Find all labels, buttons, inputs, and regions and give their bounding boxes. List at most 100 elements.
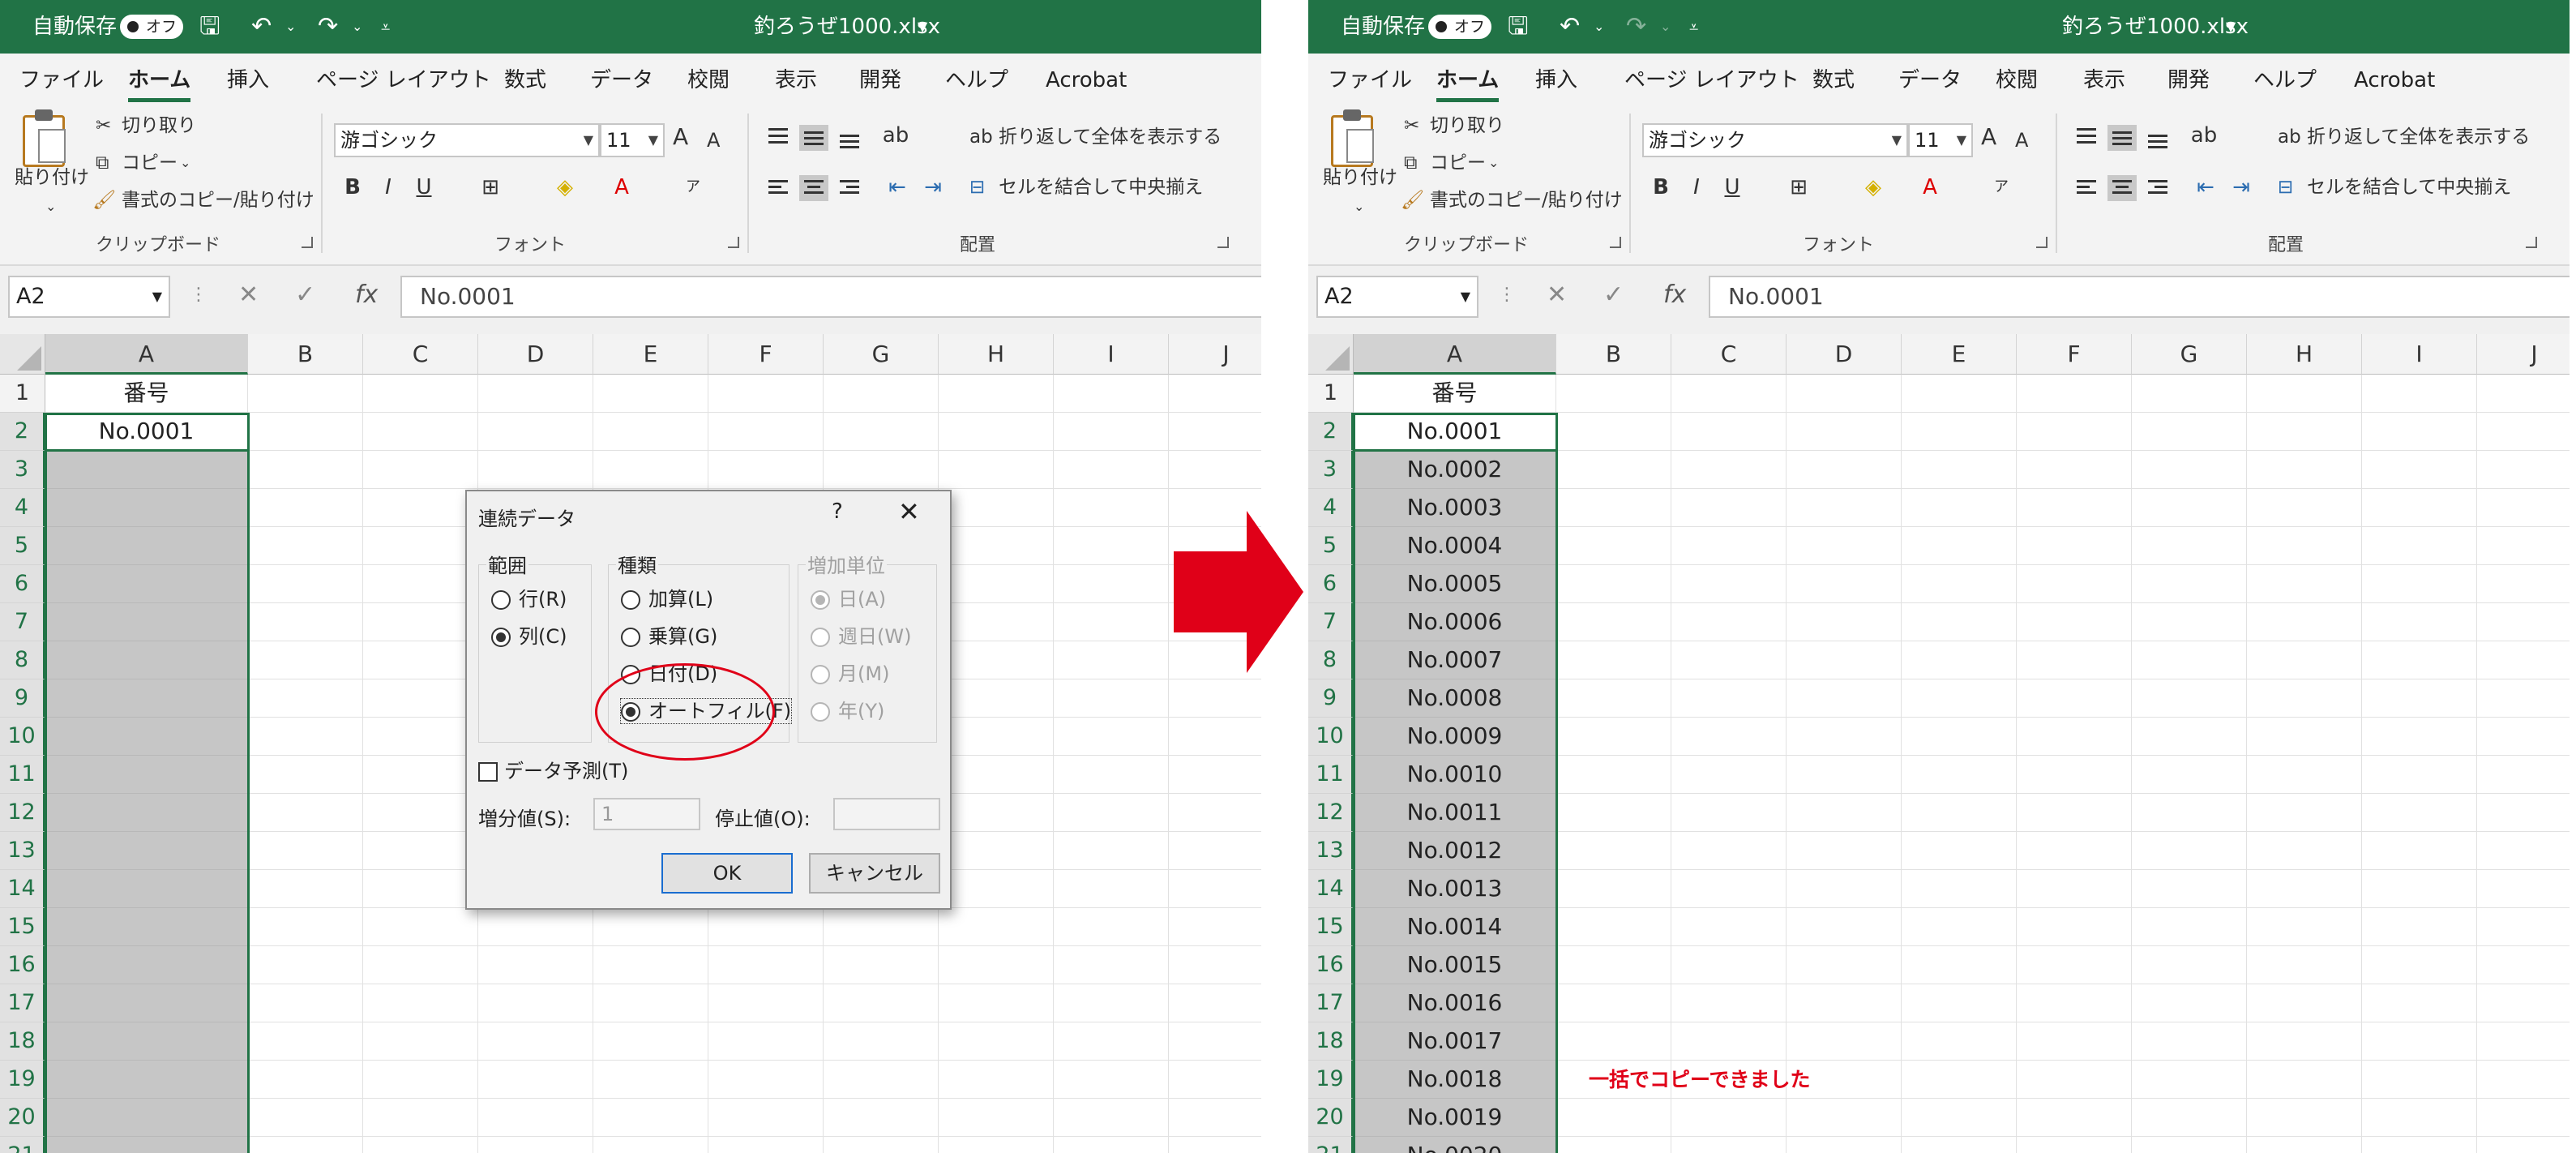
- cell[interactable]: [1169, 984, 1261, 1022]
- cell[interactable]: [1556, 1137, 1671, 1153]
- paste-button-label[interactable]: 貼り付け: [1323, 165, 1397, 190]
- wrap-text-icon[interactable]: ab: [969, 125, 993, 149]
- cell[interactable]: [824, 1137, 939, 1153]
- cell[interactable]: [478, 908, 593, 946]
- cancel-entry-icon[interactable]: ✕: [1547, 276, 1567, 315]
- cell[interactable]: [593, 1022, 708, 1061]
- cell[interactable]: [1671, 1022, 1787, 1061]
- column-header[interactable]: H: [939, 334, 1054, 375]
- cell[interactable]: [1902, 794, 2017, 832]
- cell[interactable]: [363, 832, 478, 870]
- cell[interactable]: [1671, 908, 1787, 946]
- column-header[interactable]: D: [1787, 334, 1902, 375]
- cell[interactable]: [824, 946, 939, 984]
- shrink-font-icon[interactable]: A: [2015, 128, 2028, 152]
- tab-developer[interactable]: 開発: [859, 66, 901, 94]
- cell[interactable]: [45, 641, 248, 679]
- fill-color-icon[interactable]: ◈: [1859, 174, 1887, 201]
- row-header[interactable]: 4: [0, 489, 45, 527]
- cell[interactable]: [2477, 946, 2570, 984]
- cell[interactable]: [2132, 527, 2247, 565]
- font-launcher-icon[interactable]: [2036, 237, 2048, 248]
- cell[interactable]: [478, 1137, 593, 1153]
- cell[interactable]: [248, 1061, 363, 1099]
- row-header[interactable]: 16: [0, 946, 45, 984]
- stop-input[interactable]: [833, 798, 940, 830]
- merge-center-icon[interactable]: ⊟: [969, 175, 985, 199]
- cell[interactable]: [708, 375, 824, 413]
- column-header[interactable]: G: [2132, 334, 2247, 375]
- column-header[interactable]: C: [1671, 334, 1787, 375]
- cell[interactable]: [939, 1099, 1054, 1137]
- cell[interactable]: [2132, 984, 2247, 1022]
- cell[interactable]: [1787, 413, 1902, 451]
- row-header[interactable]: 20: [1308, 1099, 1354, 1137]
- cell[interactable]: [2132, 451, 2247, 489]
- cell[interactable]: [939, 451, 1054, 489]
- row-header[interactable]: 17: [1308, 984, 1354, 1022]
- cell[interactable]: [2132, 870, 2247, 908]
- cell[interactable]: [1556, 489, 1671, 527]
- decrease-indent-icon[interactable]: ⇤: [884, 174, 911, 201]
- cell[interactable]: [248, 718, 363, 756]
- cell[interactable]: [1169, 832, 1261, 870]
- row-header[interactable]: 5: [1308, 527, 1354, 565]
- unit-weekday-radio[interactable]: 週日(W): [811, 624, 911, 649]
- cell[interactable]: [1902, 679, 2017, 718]
- cell[interactable]: [1556, 946, 1671, 984]
- cell[interactable]: No.0013: [1354, 870, 1556, 908]
- cell[interactable]: [2247, 489, 2362, 527]
- cell[interactable]: [1671, 565, 1787, 603]
- cell[interactable]: [45, 603, 248, 641]
- cell[interactable]: [2362, 679, 2477, 718]
- cell[interactable]: [45, 1137, 248, 1153]
- cell[interactable]: [2017, 1022, 2132, 1061]
- cell[interactable]: [45, 946, 248, 984]
- select-all-corner[interactable]: [0, 334, 45, 375]
- cell[interactable]: [45, 451, 248, 489]
- cell[interactable]: [593, 413, 708, 451]
- cell[interactable]: No.0015: [1354, 946, 1556, 984]
- type-growth-radio[interactable]: 乗算(G): [621, 624, 717, 649]
- cancel-entry-icon[interactable]: ✕: [238, 276, 259, 315]
- tab-view[interactable]: 表示: [2083, 66, 2125, 94]
- paste-dropdown-icon[interactable]: ⌄: [1354, 195, 1364, 219]
- row-header[interactable]: 4: [1308, 489, 1354, 527]
- align-top-icon[interactable]: [2072, 125, 2101, 151]
- cell[interactable]: [45, 679, 248, 718]
- cell[interactable]: [1787, 641, 1902, 679]
- font-size-box[interactable]: 11 ▼: [600, 123, 665, 157]
- cell[interactable]: [2477, 489, 2570, 527]
- row-header[interactable]: 16: [1308, 946, 1354, 984]
- cell[interactable]: [2477, 375, 2570, 413]
- cell[interactable]: No.0018: [1354, 1061, 1556, 1099]
- cell[interactable]: [2362, 794, 2477, 832]
- paste-icon[interactable]: [23, 109, 66, 167]
- cell[interactable]: [1556, 565, 1671, 603]
- redo-dropdown-icon[interactable]: ⌄: [1660, 13, 1671, 41]
- cell[interactable]: [2477, 1022, 2570, 1061]
- decrease-indent-icon[interactable]: ⇤: [2192, 174, 2219, 201]
- cell[interactable]: [1787, 870, 1902, 908]
- cell[interactable]: [2247, 946, 2362, 984]
- cell[interactable]: [363, 489, 478, 527]
- cell[interactable]: [1902, 451, 2017, 489]
- name-box[interactable]: A2 ▼: [8, 276, 170, 318]
- cell[interactable]: [478, 946, 593, 984]
- row-header[interactable]: 18: [0, 1022, 45, 1061]
- cell[interactable]: [1054, 1137, 1169, 1153]
- cell[interactable]: [45, 908, 248, 946]
- column-header[interactable]: J: [2477, 334, 2570, 375]
- cell[interactable]: [363, 603, 478, 641]
- cell[interactable]: [2477, 641, 2570, 679]
- unit-month-radio[interactable]: 月(M): [811, 662, 889, 686]
- cell[interactable]: [363, 1099, 478, 1137]
- cell[interactable]: [939, 832, 1054, 870]
- row-header[interactable]: 21: [1308, 1137, 1354, 1153]
- unit-day-radio[interactable]: 日(A): [811, 587, 886, 611]
- tab-acrobat[interactable]: Acrobat: [2354, 66, 2435, 94]
- cell[interactable]: [2132, 413, 2247, 451]
- cancel-button[interactable]: キャンセル: [809, 853, 940, 894]
- cell[interactable]: [1054, 832, 1169, 870]
- cell[interactable]: [1054, 527, 1169, 565]
